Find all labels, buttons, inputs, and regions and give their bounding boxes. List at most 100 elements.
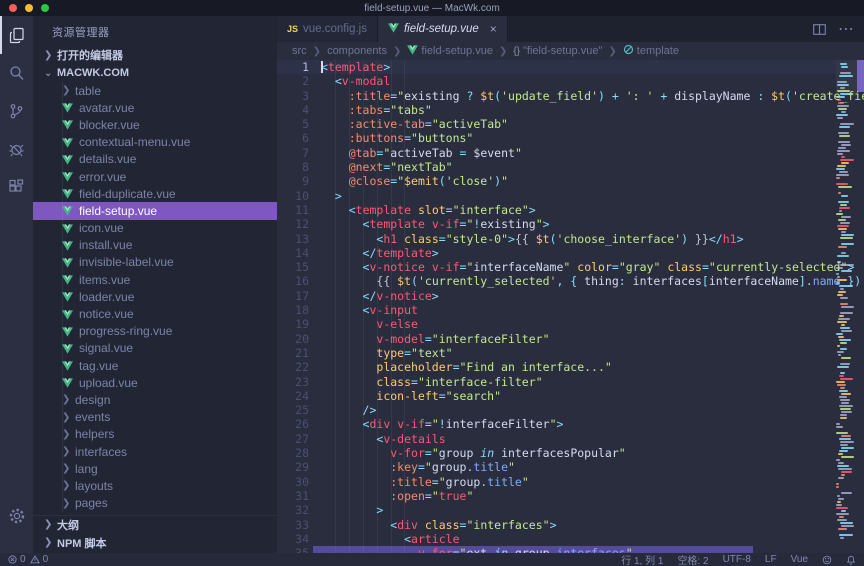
tree-item-helpers[interactable]: ❯helpers (33, 426, 277, 443)
tree-item-items.vue[interactable]: items.vue (33, 271, 277, 288)
code-editor[interactable]: 1<template>2 <v-modal3 :title="existing … (277, 60, 864, 553)
code-line-29[interactable]: 29 :key="group.title" (277, 460, 864, 474)
tree-item-tag.vue[interactable]: tag.vue (33, 357, 277, 374)
code-line-16[interactable]: 16 {{ $t('currently_selected', { thing: … (277, 274, 864, 288)
breadcrumb-item-3[interactable]: field-setup.vue (407, 45, 493, 58)
workspace-root-section[interactable]: ⌄ MACWK.COM (33, 64, 277, 82)
code-line-18[interactable]: 18 <v-input (277, 303, 864, 317)
tree-item-field-setup.vue[interactable]: field-setup.vue (33, 202, 277, 219)
breadcrumb-item-4[interactable]: {}"field-setup.vue" (513, 45, 602, 57)
code-line-33[interactable]: 33 <div class="interfaces"> (277, 518, 864, 532)
breadcrumb-item-2[interactable]: components (327, 45, 387, 57)
status-language-mode[interactable]: Vue (791, 554, 808, 565)
tree-item-design[interactable]: ❯design (33, 391, 277, 408)
tree-item-upload.vue[interactable]: upload.vue (33, 374, 277, 391)
extensions-icon[interactable] (0, 168, 33, 206)
tree-item-blocker.vue[interactable]: blocker.vue (33, 116, 277, 133)
debug-icon[interactable] (0, 130, 33, 168)
minimap[interactable] (836, 60, 857, 553)
tab-field-setup.vue[interactable]: field-setup.vue× (378, 16, 508, 42)
tree-item-lang[interactable]: ❯lang (33, 460, 277, 477)
code-line-19[interactable]: 19 v-else (277, 317, 864, 331)
code-line-30[interactable]: 30 :title="group.title" (277, 475, 864, 489)
close-window-button[interactable] (9, 4, 17, 12)
code-line-22[interactable]: 22 placeholder="Find an interface..." (277, 360, 864, 374)
split-editor-icon[interactable] (813, 24, 826, 35)
code-line-28[interactable]: 28 v-for="group in interfacesPopular" (277, 446, 864, 460)
code-line-3[interactable]: 3 :title="existing ? $t('update_field') … (277, 89, 864, 103)
status-encoding[interactable]: UTF-8 (723, 554, 751, 565)
code-line-21[interactable]: 21 type="text" (277, 346, 864, 360)
tree-item-interfaces[interactable]: ❯interfaces (33, 443, 277, 460)
code-line-8[interactable]: 8 @next="nextTab" (277, 160, 864, 174)
status-eol[interactable]: LF (765, 554, 777, 565)
npm-scripts-section[interactable]: ❯ NPM 脚本 (33, 534, 277, 552)
code-line-15[interactable]: 15 <v-notice v-if="interfaceName" color=… (277, 260, 864, 274)
outline-section[interactable]: ❯ 大纲 (33, 516, 277, 534)
code-line-25[interactable]: 25 /> (277, 403, 864, 417)
tree-item-avatar.vue[interactable]: avatar.vue (33, 99, 277, 116)
tree-item-details.vue[interactable]: details.vue (33, 151, 277, 168)
feedback-smiley-icon[interactable] (822, 555, 832, 565)
tree-item-error.vue[interactable]: error.vue (33, 168, 277, 185)
line-number: 7 (277, 146, 321, 160)
code-line-11[interactable]: 11 <template slot="interface"> (277, 203, 864, 217)
tree-item-pages[interactable]: ❯pages (33, 495, 277, 512)
minimap-line (838, 336, 844, 338)
minimap-line (838, 291, 846, 293)
close-tab-icon[interactable]: × (490, 22, 497, 36)
search-icon[interactable] (0, 54, 33, 92)
zoom-window-button[interactable] (41, 4, 49, 12)
minimize-window-button[interactable] (25, 4, 33, 12)
code-line-20[interactable]: 20 v-model="interfaceFilter" (277, 332, 864, 346)
minimap-line (838, 108, 847, 110)
settings-gear-icon[interactable] (0, 497, 33, 535)
code-line-5[interactable]: 5 :active-tab="activeTab" (277, 117, 864, 131)
code-line-10[interactable]: 10 > (277, 189, 864, 203)
explorer-icon[interactable] (0, 16, 33, 54)
tree-item-loader.vue[interactable]: loader.vue (33, 288, 277, 305)
code-line-13[interactable]: 13 <h1 class="style-0">{{ $t('choose_int… (277, 232, 864, 246)
code-line-32[interactable]: 32 > (277, 503, 864, 517)
more-actions-icon[interactable]: ⋯ (838, 19, 854, 39)
code-line-24[interactable]: 24 icon-left="search" (277, 389, 864, 403)
code-line-4[interactable]: 4 :tabs="tabs" (277, 103, 864, 117)
code-line-6[interactable]: 6 :buttons="buttons" (277, 131, 864, 145)
code-line-34[interactable]: 34 <article (277, 532, 864, 546)
notifications-bell-icon[interactable] (846, 555, 856, 565)
scrollbar-thumb[interactable] (857, 60, 864, 92)
tree-item-progress-ring.vue[interactable]: progress-ring.vue (33, 323, 277, 340)
status-cursor-position[interactable]: 行 1, 列 1 (621, 552, 663, 566)
minimap-line (841, 252, 846, 254)
breadcrumb-item-1[interactable]: src (292, 45, 307, 57)
problems-errors[interactable]: 0 (8, 554, 26, 565)
code-line-9[interactable]: 9 @close="$emit('close')" (277, 174, 864, 188)
tree-item-layouts[interactable]: ❯layouts (33, 477, 277, 494)
open-editors-section[interactable]: ❯ 打开的编辑器 (33, 46, 277, 64)
vertical-scrollbar[interactable] (857, 60, 864, 553)
tree-item-table[interactable]: ❯table (33, 82, 277, 99)
tree-item-field-duplicate.vue[interactable]: field-duplicate.vue (33, 185, 277, 202)
tree-item-invisible-label.vue[interactable]: invisible-label.vue (33, 254, 277, 271)
tree-item-notice.vue[interactable]: notice.vue (33, 305, 277, 322)
breadcrumb-item-5[interactable]: template (623, 44, 679, 58)
code-line-23[interactable]: 23 class="interface-filter" (277, 375, 864, 389)
code-line-2[interactable]: 2 <v-modal (277, 74, 864, 88)
tree-item-signal.vue[interactable]: signal.vue (33, 340, 277, 357)
code-line-27[interactable]: 27 <v-details (277, 432, 864, 446)
tree-item-events[interactable]: ❯events (33, 409, 277, 426)
code-line-12[interactable]: 12 <template v-if="!existing"> (277, 217, 864, 231)
code-line-17[interactable]: 17 </v-notice> (277, 289, 864, 303)
code-line-26[interactable]: 26 <div v-if="!interfaceFilter"> (277, 417, 864, 431)
source-control-icon[interactable] (0, 92, 33, 130)
code-line-7[interactable]: 7 @tab="activeTab = $event" (277, 146, 864, 160)
status-indentation[interactable]: 空格: 2 (677, 552, 708, 566)
tree-item-install.vue[interactable]: install.vue (33, 237, 277, 254)
tree-item-contextual-menu.vue[interactable]: contextual-menu.vue (33, 134, 277, 151)
code-line-1[interactable]: 1<template> (277, 60, 864, 74)
tab-vue.config.js[interactable]: JSvue.config.js (277, 16, 378, 42)
tree-item-icon.vue[interactable]: icon.vue (33, 220, 277, 237)
code-line-31[interactable]: 31 :open="true" (277, 489, 864, 503)
code-line-14[interactable]: 14 </template> (277, 246, 864, 260)
problems-warnings[interactable]: 0 (30, 554, 49, 565)
